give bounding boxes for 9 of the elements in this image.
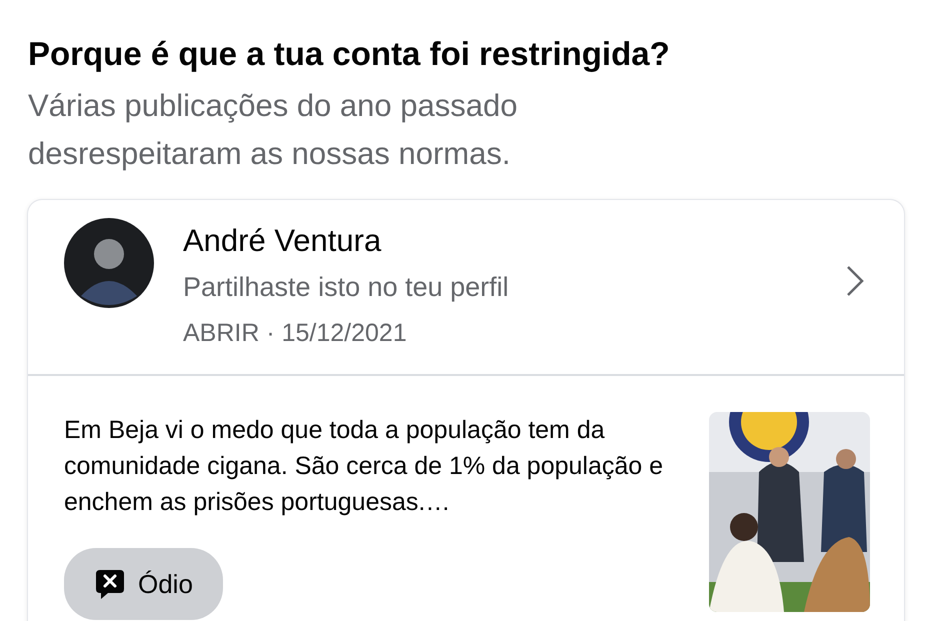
avatar-icon[interactable] — [64, 218, 154, 308]
page-subheading: Várias publicações do ano passado desrespeitaram as nossas normas. — [28, 87, 518, 173]
post-context: Partilhaste isto no teu perfil — [183, 271, 510, 304]
post-text: Em Beja vi o medo que toda a população tem da comunidade cigana. São cerca de 1% da população e enchem as prisões portuguesas.… — [64, 415, 664, 518]
speech-bubble-x-icon — [94, 568, 126, 600]
violation-tag[interactable]: Ódio — [64, 548, 223, 620]
author-name[interactable]: André Ventura — [183, 218, 815, 264]
post-meta: ABRIR · 15/12/2021 — [183, 318, 408, 349]
page-heading: Porque é que a tua conta foi restringida? — [28, 34, 671, 74]
